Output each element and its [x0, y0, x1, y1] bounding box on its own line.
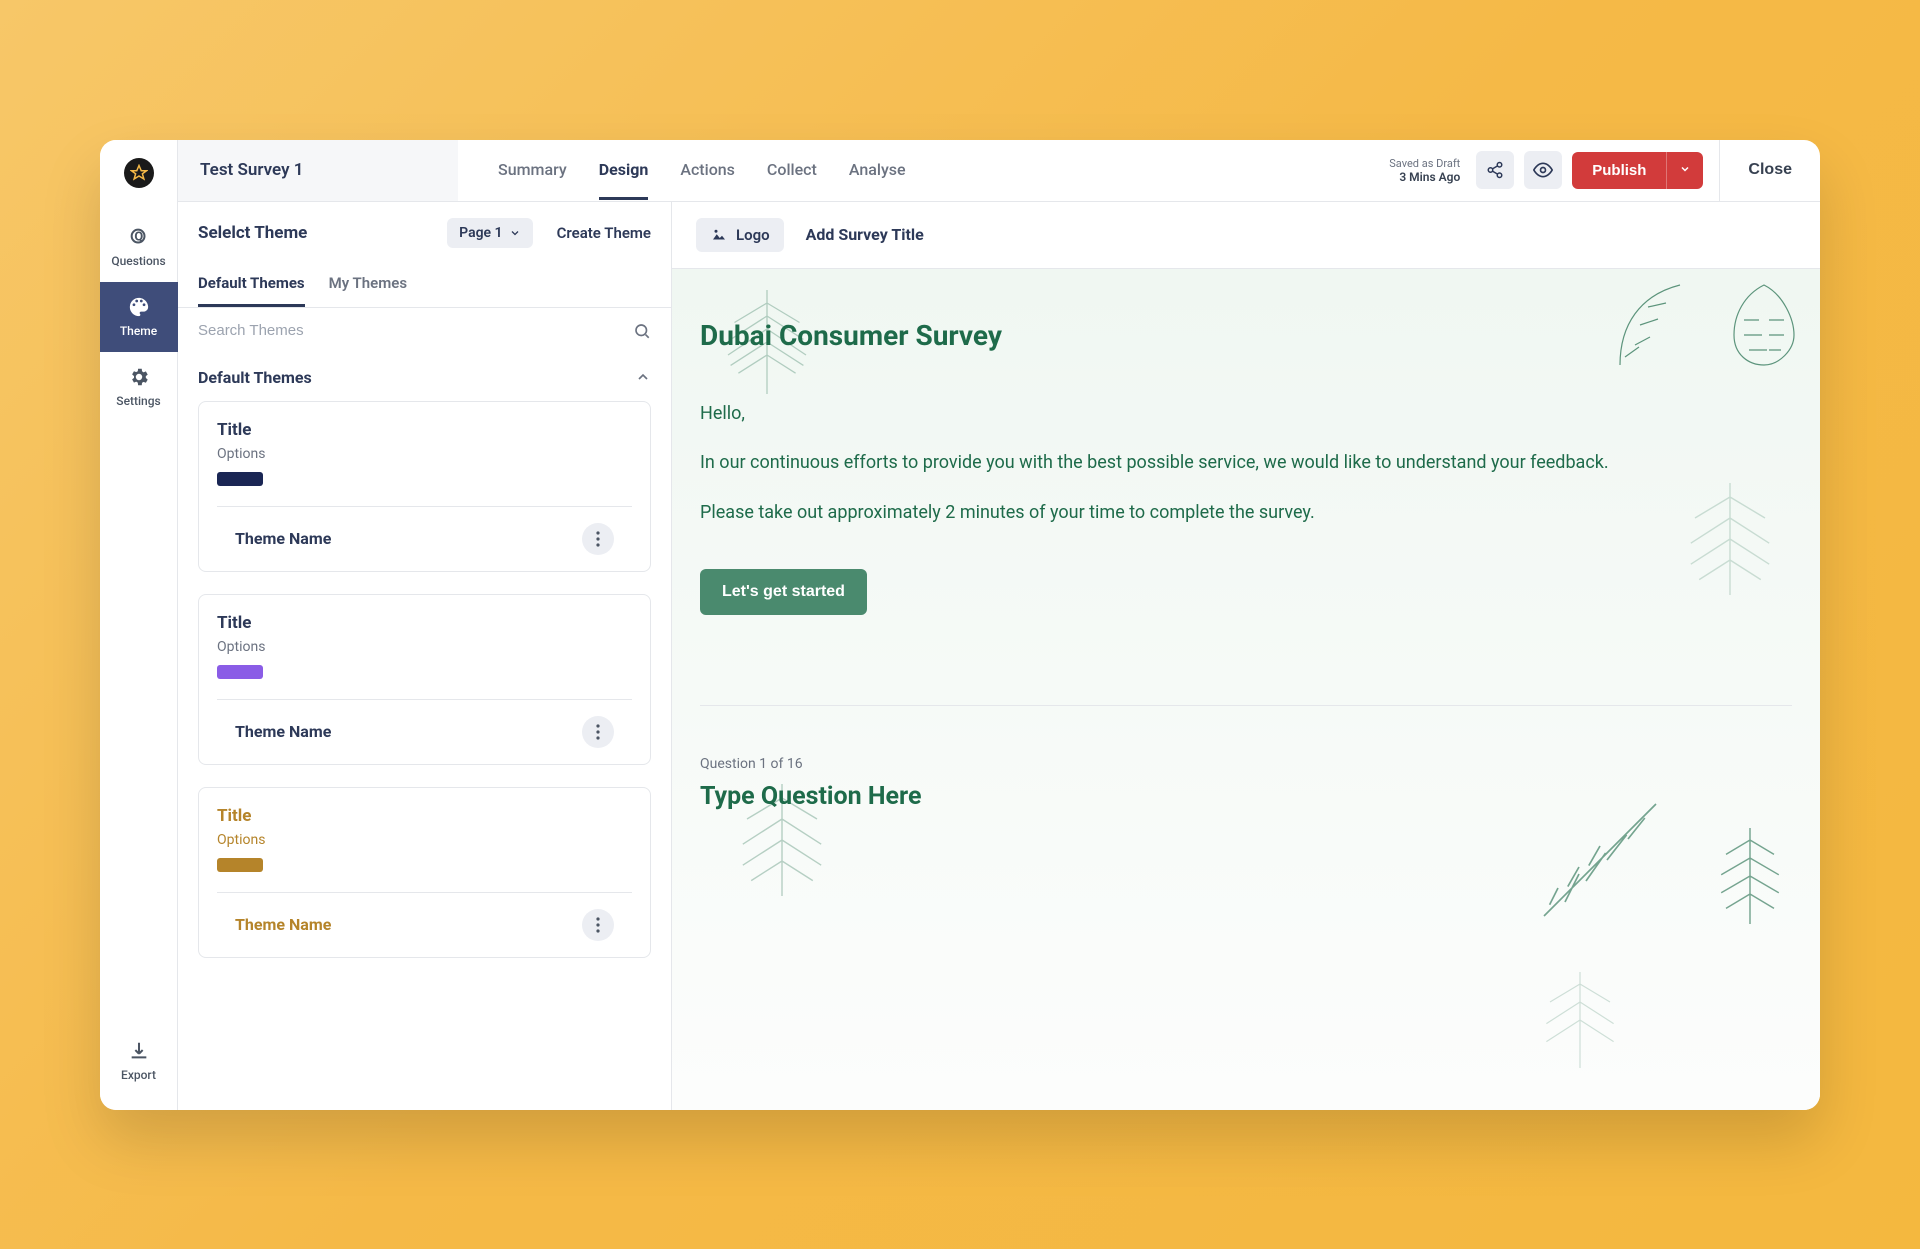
- theme-swatch: [217, 665, 263, 679]
- sidebar-tabs: Default Themes My Themes: [178, 264, 671, 308]
- page-dropdown-label: Page 1: [459, 225, 502, 241]
- dots-vertical-icon: [596, 724, 600, 740]
- theme-menu-button[interactable]: [582, 909, 614, 941]
- preview-column: Logo Add Survey Title Dubai Consumer Sur…: [672, 202, 1820, 1110]
- save-status: Saved as Draft 3 Mins Ago: [1389, 157, 1460, 184]
- theme-name: Theme Name: [235, 529, 582, 548]
- image-icon: [710, 226, 728, 244]
- theme-swatch: [217, 858, 263, 872]
- survey-name[interactable]: Test Survey 1: [178, 140, 458, 201]
- rail-item-questions[interactable]: Q Questions: [100, 212, 178, 282]
- logo-button[interactable]: Logo: [696, 218, 784, 252]
- topbar: Test Survey 1 Summary Design Actions Col…: [178, 140, 1820, 202]
- publish-group: Publish: [1572, 152, 1703, 189]
- rail-label-theme: Theme: [120, 324, 157, 338]
- page-dropdown[interactable]: Page 1: [447, 218, 532, 248]
- app-window: Q Questions Theme Settings Export Test S…: [100, 140, 1820, 1110]
- start-button[interactable]: Let's get started: [700, 569, 867, 615]
- theme-sidebar: Selelct Theme Page 1 Create Theme Defaul…: [178, 202, 672, 1110]
- theme-preview-title: Title: [217, 420, 632, 440]
- theme-card[interactable]: Title Options Theme Name: [198, 787, 651, 958]
- theme-card[interactable]: Title Options Theme Name: [198, 401, 651, 572]
- search-input[interactable]: [198, 322, 633, 339]
- subtab-default-themes[interactable]: Default Themes: [198, 264, 305, 307]
- preview-topbar: Logo Add Survey Title: [672, 202, 1820, 269]
- tab-collect[interactable]: Collect: [767, 140, 817, 200]
- group-header-default[interactable]: Default Themes: [178, 354, 671, 401]
- rail-item-settings[interactable]: Settings: [100, 352, 178, 422]
- sidebar-header: Selelct Theme Page 1 Create Theme: [178, 202, 671, 264]
- create-theme-link[interactable]: Create Theme: [557, 224, 651, 242]
- dots-vertical-icon: [596, 917, 600, 933]
- question-title-placeholder[interactable]: Type Question Here: [700, 782, 1792, 811]
- theme-preview-options: Options: [217, 446, 632, 462]
- theme-preview-options: Options: [217, 639, 632, 655]
- rail-label-settings: Settings: [116, 394, 160, 408]
- chevron-down-icon: [509, 227, 521, 239]
- publish-dropdown-button[interactable]: [1666, 152, 1703, 189]
- save-status-line1: Saved as Draft: [1389, 157, 1460, 170]
- preview-button[interactable]: [1524, 151, 1562, 189]
- theme-name: Theme Name: [235, 722, 582, 741]
- search-row: [178, 308, 671, 354]
- question-counter: Question 1 of 16: [700, 756, 1792, 772]
- theme-swatch: [217, 472, 263, 486]
- leaf-icon: [1520, 960, 1640, 1080]
- svg-text:Q: Q: [134, 229, 143, 244]
- tab-design[interactable]: Design: [599, 140, 649, 200]
- app-logo[interactable]: [124, 158, 154, 188]
- theme-cards-list: Title Options Theme Name Title Options Theme …: [178, 401, 671, 978]
- leaf-icon: [1690, 810, 1810, 930]
- add-survey-title[interactable]: Add Survey Title: [806, 225, 924, 244]
- search-icon[interactable]: [633, 322, 651, 340]
- theme-menu-button[interactable]: [582, 523, 614, 555]
- theme-menu-button[interactable]: [582, 716, 614, 748]
- close-button[interactable]: Close: [1719, 140, 1820, 202]
- subtab-my-themes[interactable]: My Themes: [329, 264, 407, 307]
- content-row: Selelct Theme Page 1 Create Theme Defaul…: [178, 202, 1820, 1110]
- save-status-line2: 3 Mins Ago: [1389, 170, 1460, 184]
- theme-card[interactable]: Title Options Theme Name: [198, 594, 651, 765]
- survey-greeting: Hello,: [700, 400, 1740, 428]
- theme-preview-title: Title: [217, 806, 632, 826]
- survey-paragraph-2: Please take out approximately 2 minutes …: [700, 499, 1740, 527]
- rail-item-export[interactable]: Export: [100, 1026, 178, 1096]
- rail-item-theme[interactable]: Theme: [100, 282, 178, 352]
- survey-title: Dubai Consumer Survey: [700, 319, 1792, 352]
- sidebar-title: Selelct Theme: [198, 223, 435, 243]
- rail-label-questions: Questions: [111, 254, 165, 268]
- tab-analyse[interactable]: Analyse: [849, 140, 906, 200]
- chevron-up-icon: [635, 369, 651, 385]
- theme-preview-title: Title: [217, 613, 632, 633]
- rail-label-export: Export: [121, 1068, 156, 1082]
- survey-body: Dubai Consumer Survey Hello, In our cont…: [672, 269, 1820, 1110]
- dots-vertical-icon: [596, 531, 600, 547]
- logo-button-label: Logo: [736, 226, 770, 244]
- top-tabs: Summary Design Actions Collect Analyse: [498, 140, 906, 200]
- publish-button[interactable]: Publish: [1572, 152, 1666, 189]
- tab-summary[interactable]: Summary: [498, 140, 567, 200]
- survey-paragraph-1: In our continuous efforts to provide you…: [700, 449, 1740, 477]
- theme-preview-options: Options: [217, 832, 632, 848]
- leaf-icon: [1660, 469, 1800, 609]
- left-rail: Q Questions Theme Settings Export: [100, 140, 178, 1110]
- question-block: Question 1 of 16 Type Question Here: [700, 705, 1792, 811]
- main-column: Test Survey 1 Summary Design Actions Col…: [178, 140, 1820, 1110]
- group-header-label: Default Themes: [198, 368, 312, 387]
- theme-name: Theme Name: [235, 915, 582, 934]
- share-button[interactable]: [1476, 151, 1514, 189]
- tab-actions[interactable]: Actions: [680, 140, 735, 200]
